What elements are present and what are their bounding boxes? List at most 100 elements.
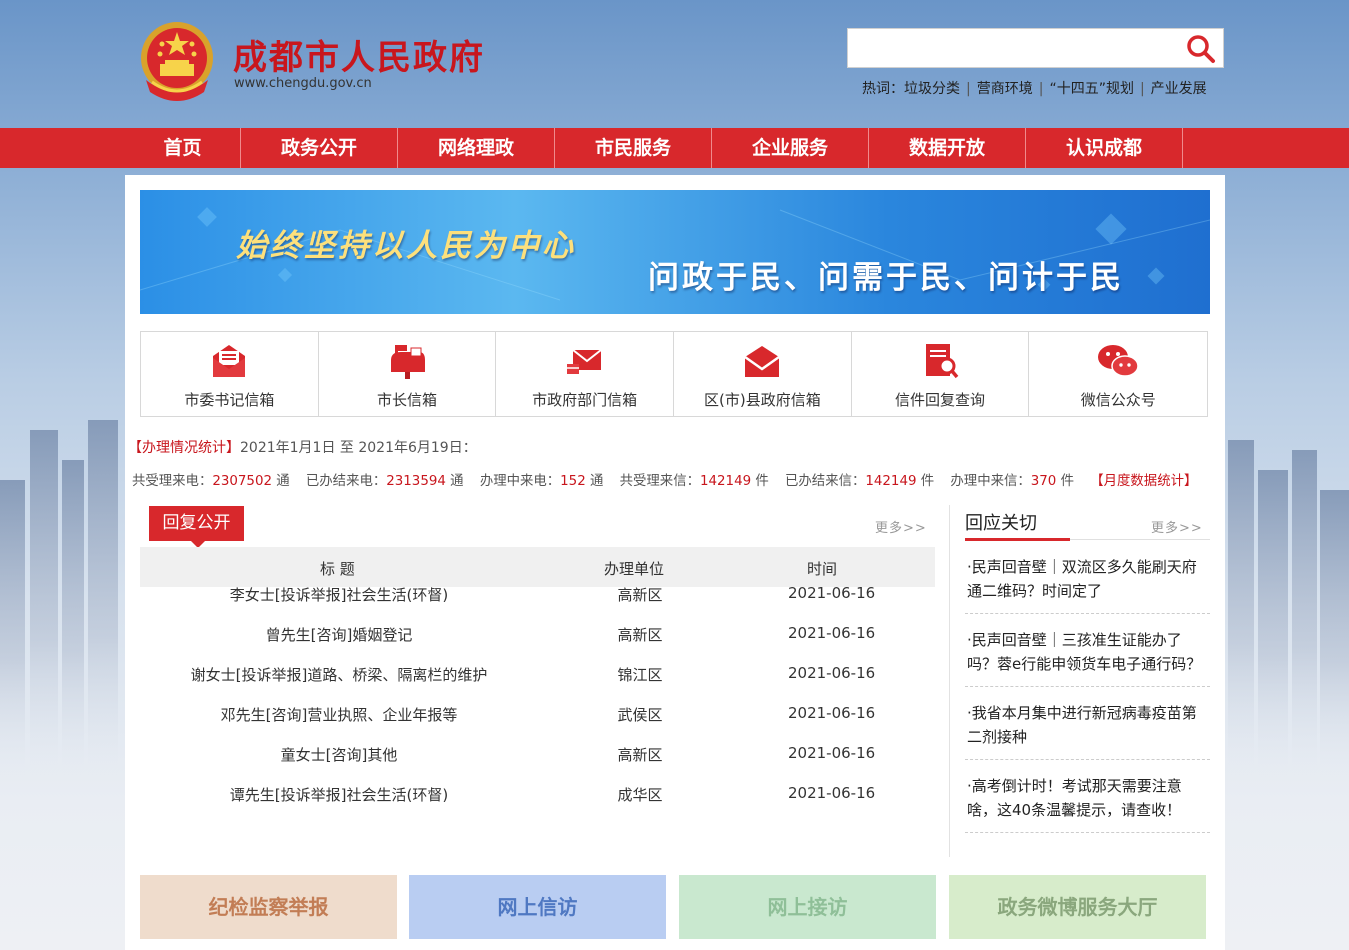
stats-date-range: 2021年1月1日 至 2021年6月19日： [240, 440, 477, 456]
hot-word-link[interactable]: “十四五”规划 [1049, 81, 1134, 97]
nav-item-about-chengdu[interactable]: 认识成都 [1026, 128, 1183, 168]
hot-words: 热词：垃圾分类 | 营商环境 | “十四五”规划 | 产业发展 [862, 78, 1207, 98]
nav-item-open-data[interactable]: 数据开放 [869, 128, 1026, 168]
nav-item-online-governance[interactable]: 网络理政 [398, 128, 555, 168]
active-underline [965, 538, 1070, 541]
list-item[interactable]: ·高考倒计时！考试那天需要注意啥，这40条温馨提示，请查收！ [965, 774, 1210, 833]
mailbox-label: 微信公众号 [1080, 391, 1156, 409]
hot-word-link[interactable]: 垃圾分类 [904, 81, 960, 97]
row-unit: 成华区 [617, 786, 663, 804]
mailbox-mayor[interactable]: 市长信箱 [319, 332, 497, 416]
row-unit: 武侯区 [617, 706, 663, 724]
stat-unit: 通 [450, 474, 464, 489]
mailbox-party-secretary[interactable]: 市委书记信箱 [141, 332, 319, 416]
envelope-open-icon [213, 345, 246, 377]
row-title[interactable]: 李女士[投诉举报]社会生活(环督) [140, 584, 538, 605]
quick-links: 纪检监察举报 网上信访 网上接访 政务微博服务大厅 [140, 875, 1210, 939]
reply-table-header: 标 题 办理单位 时间 [140, 547, 935, 587]
table-row[interactable]: 童女士[咨询]其他 高新区 2021-06-16 [140, 744, 935, 787]
mailbox-label: 市政府部门信箱 [532, 391, 638, 409]
row-unit: 高新区 [617, 746, 663, 764]
table-row[interactable]: 谭先生[投诉举报]社会生活(环督) 成华区 2021-06-16 [140, 784, 935, 827]
site-title[interactable]: 成都市人民政府 [233, 30, 485, 79]
stat-label: 共受理来信： [619, 474, 700, 489]
stat-unit: 通 [276, 474, 290, 489]
nav-item-citizen-services[interactable]: 市民服务 [555, 128, 712, 168]
divider: | [1038, 81, 1044, 97]
quicklink-online-reception[interactable]: 网上接访 [679, 875, 936, 939]
reply-table-body: 李女士[投诉举报]社会生活(环督) 高新区 2021-06-16 曾先生[咨询]… [140, 584, 935, 827]
reply-more-link[interactable]: 更多>> [875, 517, 927, 536]
nav-item-home[interactable]: 首页 [125, 128, 241, 168]
stat-value: 2313594 [386, 474, 446, 489]
row-title[interactable]: 邓先生[咨询]营业执照、企业年报等 [140, 704, 538, 725]
row-title[interactable]: 曾先生[咨询]婚姻登记 [140, 624, 538, 645]
response-news-list: ·民声回音壁｜双流区多久能刷天府通二维码？时间定了 ·民声回音壁｜三孩准生证能办… [965, 555, 1210, 847]
stat-value: 2307502 [212, 474, 272, 489]
stats-row: 共受理来电：2307502 通 已办结来电：2313594 通 办理中来电：15… [132, 469, 1197, 489]
send-letter-icon [566, 349, 602, 374]
stat-label: 已办结来电： [305, 474, 387, 489]
divider: | [966, 81, 971, 97]
response-panel: 回应关切 更多>> ·民声回音壁｜双流区多久能刷天府通二维码？时间定了 ·民声回… [965, 505, 1210, 855]
stats-title: 【办理情况统计】 [128, 440, 240, 456]
nav-item-government-affairs[interactable]: 政务公开 [241, 128, 398, 168]
list-item[interactable]: ·民声回音壁｜三孩准生证能办了吗？蓉e行能申领货车电子通行码？ [965, 628, 1210, 687]
list-item[interactable]: ·我省本月集中进行新冠病毒疫苗第二剂接种 [965, 701, 1210, 760]
row-unit: 锦江区 [617, 666, 663, 684]
row-unit: 高新区 [617, 626, 663, 644]
main-navigation: 首页 政务公开 网络理政 市民服务 企业服务 数据开放 认识成都 [0, 128, 1349, 168]
column-header-unit: 办理单位 [604, 560, 665, 578]
search-icon[interactable] [1185, 33, 1217, 65]
table-row[interactable]: 曾先生[咨询]婚姻登记 高新区 2021-06-16 [140, 624, 935, 667]
tab-reply-public[interactable]: 回复公开 [149, 506, 244, 548]
row-date: 2021-06-16 [788, 624, 876, 642]
envelope-icon [744, 346, 781, 377]
search-input[interactable] [848, 29, 1168, 67]
mailbox-wechat[interactable]: 微信公众号 [1029, 332, 1207, 416]
reply-panel: 回复公开 更多>> 标 题 办理单位 时间 李女士[投诉举报]社会生活(环督) … [140, 505, 935, 845]
national-emblem-icon[interactable] [138, 20, 216, 106]
main-content: 始终坚持以人民为中心 问政于民、问需于民、问计于民 市委书记信箱 市长信箱 市政… [125, 175, 1225, 950]
mailbox-district-government[interactable]: 区(市)县政府信箱 [674, 332, 852, 416]
table-row[interactable]: 谢女士[投诉举报]道路、桥梁、隔离栏的维护 锦江区 2021-06-16 [140, 664, 935, 707]
column-header-date: 时间 [807, 560, 838, 578]
list-item[interactable]: ·民声回音壁｜双流区多久能刷天府通二维码？时间定了 [965, 555, 1210, 614]
mailbox-label: 市长信箱 [377, 391, 438, 409]
stat-unit: 件 [1060, 474, 1074, 489]
mailbox-flag-icon [391, 345, 425, 379]
mailbox-departments[interactable]: 市政府部门信箱 [496, 332, 675, 416]
table-row[interactable]: 邓先生[咨询]营业执照、企业年报等 武侯区 2021-06-16 [140, 704, 935, 747]
banner-slogan-main: 始终坚持以人民为中心 [236, 228, 576, 264]
wechat-icon [1098, 345, 1139, 377]
response-title[interactable]: 回应关切 [965, 509, 1037, 535]
mailbox-reply-query[interactable]: 信件回复查询 [852, 332, 1030, 416]
site-url: www.chengdu.gov.cn [234, 76, 372, 91]
mailbox-label: 区(市)县政府信箱 [703, 391, 821, 409]
stat-value: 142149 [865, 474, 917, 489]
table-row[interactable]: 李女士[投诉举报]社会生活(环督) 高新区 2021-06-16 [140, 584, 935, 627]
row-date: 2021-06-16 [788, 584, 876, 602]
mailbox-label: 信件回复查询 [895, 391, 986, 409]
row-date: 2021-06-16 [788, 744, 876, 762]
quicklink-online-petition[interactable]: 网上信访 [409, 875, 666, 939]
hot-word-link[interactable]: 营商环境 [977, 81, 1033, 97]
hot-word-link[interactable]: 产业发展 [1151, 81, 1207, 97]
quicklink-weibo-service-hall[interactable]: 政务微博服务大厅 [949, 875, 1206, 939]
column-header-title: 标 题 [320, 560, 355, 578]
stat-value: 142149 [699, 474, 752, 489]
stat-label: 办理中来电： [479, 474, 561, 489]
response-more-link[interactable]: 更多>> [1151, 517, 1203, 536]
nav-item-enterprise-services[interactable]: 企业服务 [712, 128, 869, 168]
document-search-icon [926, 344, 959, 379]
row-title[interactable]: 谢女士[投诉举报]道路、桥梁、隔离栏的维护 [140, 664, 538, 685]
row-date: 2021-06-16 [788, 664, 876, 682]
stat-unit: 件 [755, 474, 769, 489]
slogan-banner[interactable]: 始终坚持以人民为中心 问政于民、问需于民、问计于民 [140, 190, 1210, 314]
stat-label: 共受理来电： [132, 474, 213, 489]
row-title[interactable]: 谭先生[投诉举报]社会生活(环督) [140, 784, 538, 805]
row-title[interactable]: 童女士[咨询]其他 [140, 744, 538, 765]
mailbox-label: 市委书记信箱 [184, 391, 275, 409]
monthly-stats-link[interactable]: 【月度数据统计】 [1090, 474, 1197, 489]
quicklink-discipline-report[interactable]: 纪检监察举报 [140, 875, 397, 939]
